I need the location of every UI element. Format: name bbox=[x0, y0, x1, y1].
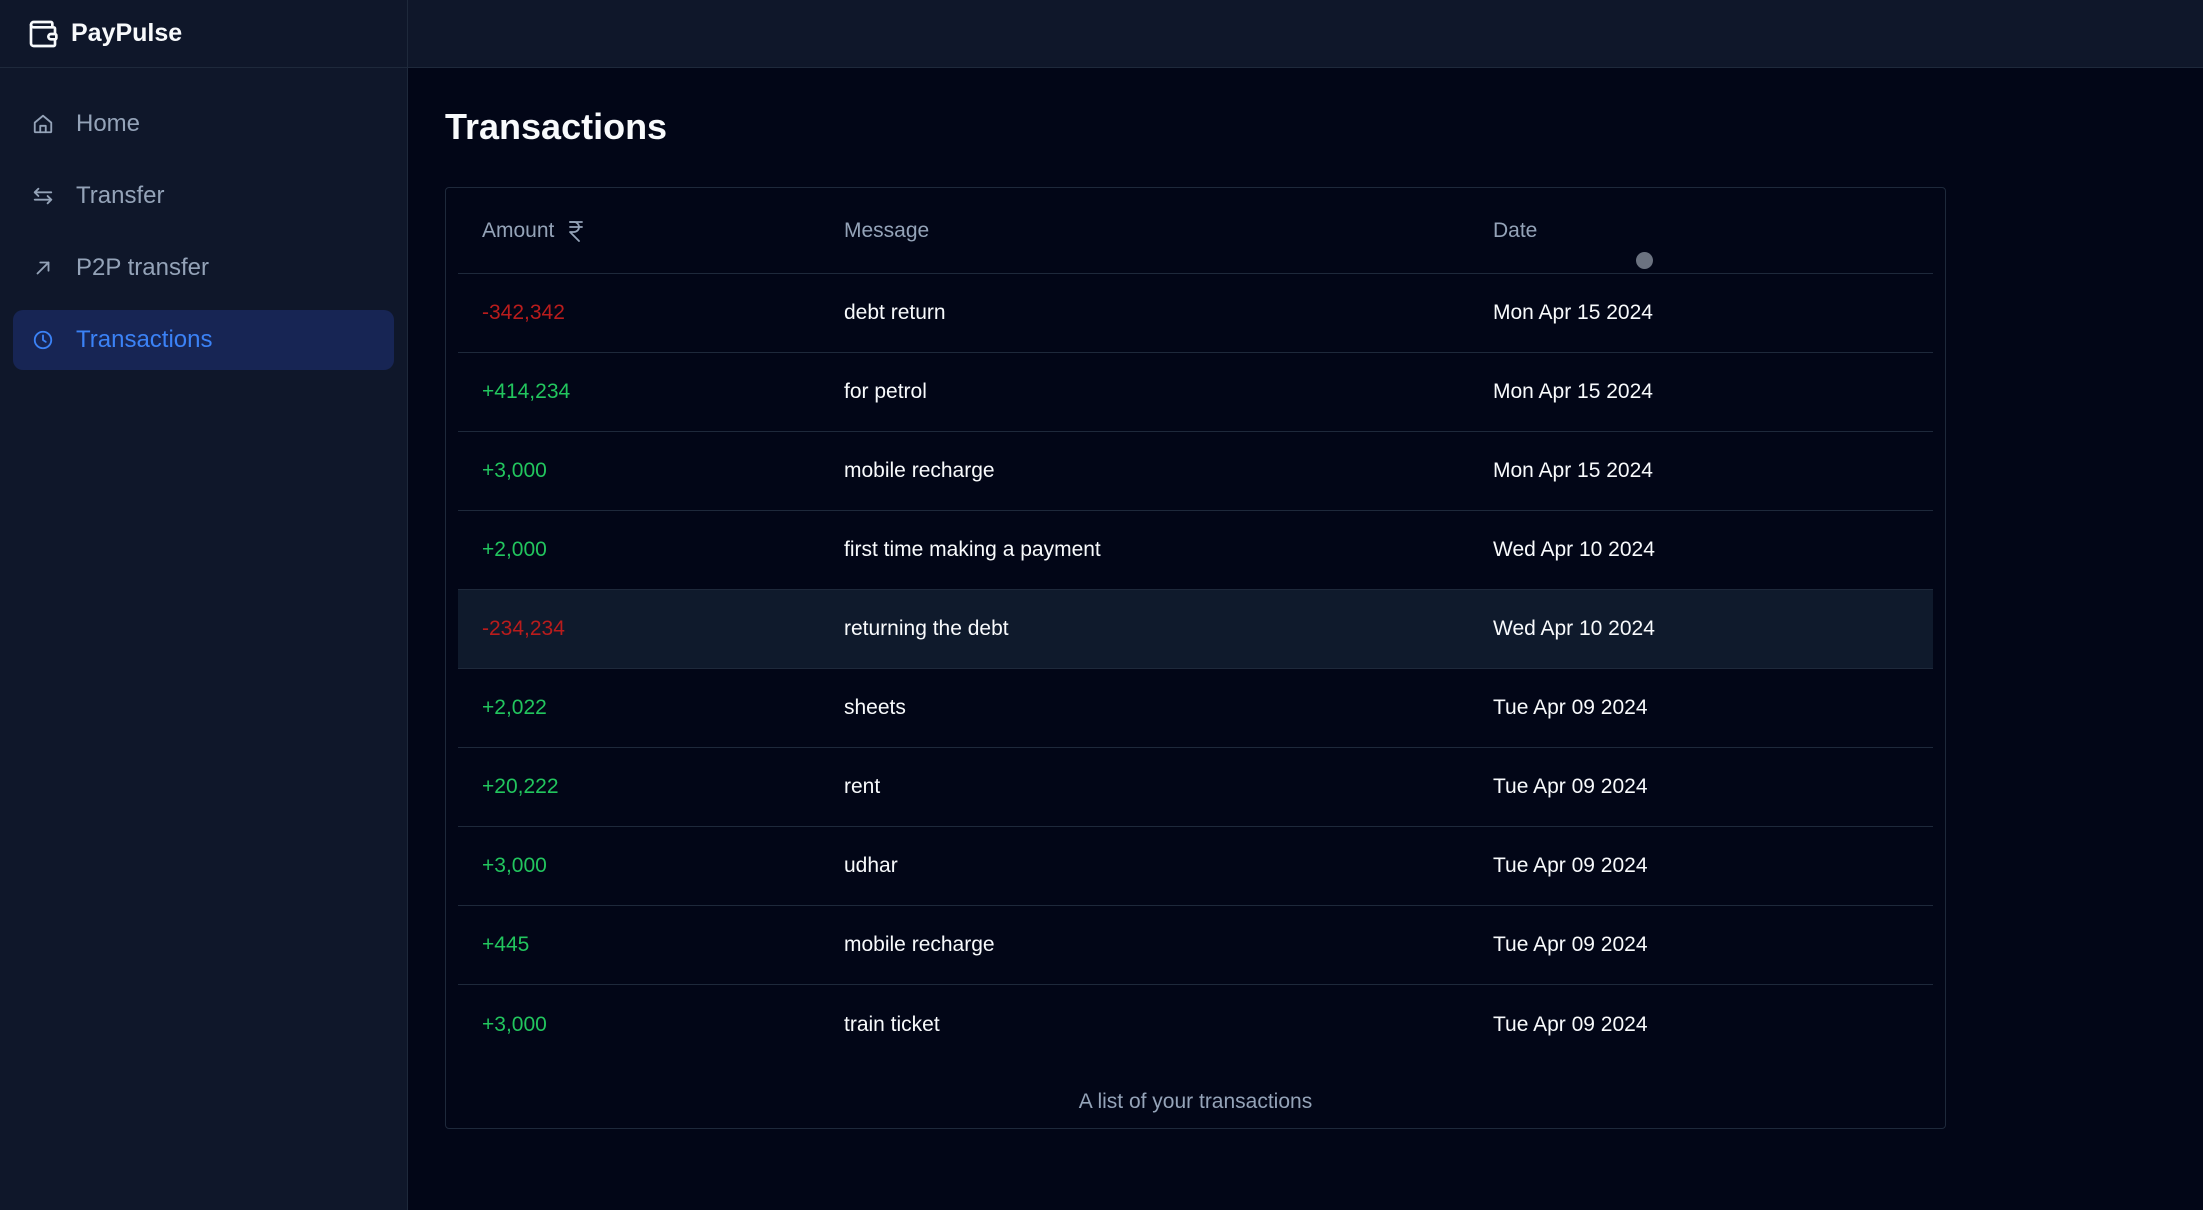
transactions-table: Amount Message Date -342,342 debt return M… bbox=[445, 187, 1946, 1129]
amount-cell: +445 bbox=[482, 933, 530, 956]
rupee-icon bbox=[568, 220, 584, 242]
sidebar: PayPulse Home Transfer P2P transfer Tran… bbox=[0, 0, 408, 1210]
message-cell: mobile recharge bbox=[844, 933, 995, 956]
main-content: Transactions Amount Message Date -342,34… bbox=[408, 68, 2203, 1210]
table-row[interactable]: -342,342 debt return Mon Apr 15 2024 bbox=[458, 274, 1933, 353]
message-cell: udhar bbox=[844, 854, 898, 877]
table-row[interactable]: +414,234 for petrol Mon Apr 15 2024 bbox=[458, 353, 1933, 432]
table-row[interactable]: +445 mobile recharge Tue Apr 09 2024 bbox=[458, 906, 1933, 985]
amount-cell: +2,022 bbox=[482, 696, 547, 719]
sidebar-item-home[interactable]: Home bbox=[13, 94, 394, 154]
mouse-cursor bbox=[1636, 252, 1653, 269]
column-header-date[interactable]: Date bbox=[1493, 219, 1933, 243]
table-row[interactable]: +3,000 udhar Tue Apr 09 2024 bbox=[458, 827, 1933, 906]
brand[interactable]: PayPulse bbox=[0, 0, 407, 68]
home-icon bbox=[30, 111, 56, 137]
amount-cell: +2,000 bbox=[482, 538, 547, 561]
message-cell: returning the debt bbox=[844, 617, 1009, 640]
date-cell: Tue Apr 09 2024 bbox=[1493, 854, 1648, 877]
date-cell: Tue Apr 09 2024 bbox=[1493, 775, 1648, 798]
column-header-amount[interactable]: Amount bbox=[458, 219, 844, 243]
sidebar-item-transfer[interactable]: Transfer bbox=[13, 166, 394, 226]
message-cell: mobile recharge bbox=[844, 459, 995, 482]
column-header-message[interactable]: Message bbox=[844, 219, 1493, 243]
date-cell: Wed Apr 10 2024 bbox=[1493, 538, 1655, 561]
page-title: Transactions bbox=[445, 106, 668, 147]
table-row[interactable]: +3,000 mobile recharge Mon Apr 15 2024 bbox=[458, 432, 1933, 511]
sidebar-item-label: Transfer bbox=[76, 182, 165, 209]
date-cell: Mon Apr 15 2024 bbox=[1493, 459, 1653, 482]
date-cell: Mon Apr 15 2024 bbox=[1493, 301, 1653, 324]
sidebar-item-label: P2P transfer bbox=[76, 254, 209, 281]
sidebar-nav: Home Transfer P2P transfer Transactions bbox=[0, 68, 407, 370]
amount-cell: +3,000 bbox=[482, 1012, 547, 1036]
sidebar-item-label: Transactions bbox=[76, 326, 213, 353]
message-cell: sheets bbox=[844, 696, 906, 719]
table-caption: A list of your transactions bbox=[1078, 1090, 1313, 1113]
table-body: -342,342 debt return Mon Apr 15 2024 +414,2… bbox=[458, 274, 1933, 1064]
message-cell: rent bbox=[844, 775, 881, 798]
amount-cell: +3,000 bbox=[482, 459, 547, 482]
table-row[interactable]: +2,000 first time making a payment Wed Apr… bbox=[458, 511, 1933, 590]
column-header-label: Amount bbox=[482, 218, 555, 242]
amount-cell: +3,000 bbox=[482, 854, 547, 877]
sidebar-item-label: Home bbox=[76, 110, 141, 137]
date-cell: Mon Apr 15 2024 bbox=[1493, 380, 1653, 403]
amount-cell: -234,234 bbox=[482, 617, 565, 640]
message-cell: for petrol bbox=[844, 380, 927, 403]
transfer-arrows-icon bbox=[30, 183, 56, 209]
table-row[interactable]: -234,234 returning the debt Wed Apr 10 202… bbox=[458, 590, 1933, 669]
date-cell: Tue Apr 09 2024 bbox=[1493, 1012, 1648, 1036]
top-bar bbox=[408, 0, 2203, 68]
amount-cell: +414,234 bbox=[482, 380, 571, 403]
arrow-up-right-icon bbox=[30, 255, 56, 281]
table-row[interactable]: +2,022 sheets Tue Apr 09 2024 bbox=[458, 669, 1933, 748]
message-cell: first time making a payment bbox=[844, 538, 1101, 561]
table-row[interactable]: +3,000 train ticket Tue Apr 09 2024 bbox=[458, 985, 1933, 1064]
wallet-icon bbox=[27, 18, 59, 50]
app-name: PayPulse bbox=[71, 19, 183, 47]
date-cell: Tue Apr 09 2024 bbox=[1493, 696, 1648, 719]
amount-cell: -342,342 bbox=[482, 301, 565, 324]
table-row[interactable]: +20,222 rent Tue Apr 09 2024 bbox=[458, 748, 1933, 827]
date-cell: Wed Apr 10 2024 bbox=[1493, 617, 1655, 640]
amount-cell: +20,222 bbox=[482, 775, 559, 798]
table-header: Amount Message Date bbox=[458, 188, 1933, 274]
message-cell: debt return bbox=[844, 301, 946, 324]
app-root: PayPulse Home Transfer P2P transfer Tran… bbox=[0, 0, 2203, 1210]
sidebar-item-p2p-transfer[interactable]: P2P transfer bbox=[13, 238, 394, 298]
date-cell: Tue Apr 09 2024 bbox=[1493, 933, 1648, 956]
message-cell: train ticket bbox=[844, 1012, 940, 1036]
clock-icon bbox=[30, 327, 56, 353]
sidebar-item-transactions[interactable]: Transactions bbox=[13, 310, 394, 370]
